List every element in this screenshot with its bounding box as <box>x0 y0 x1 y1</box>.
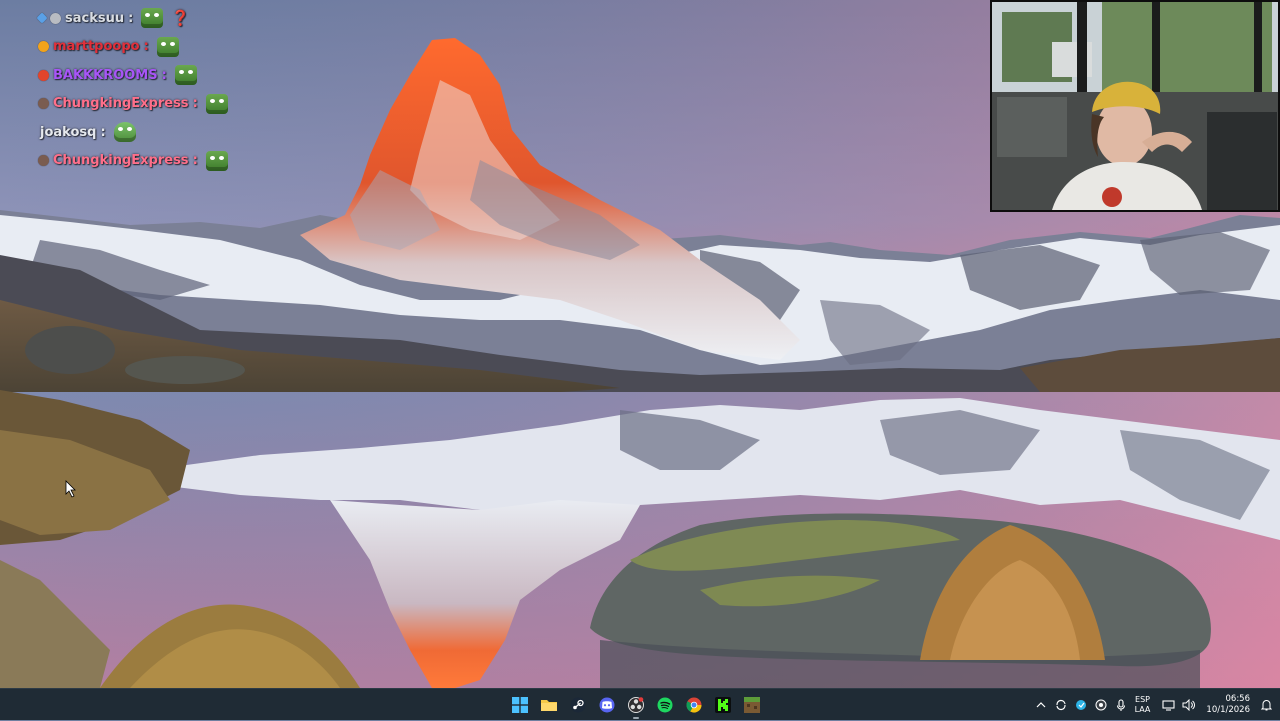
tray-app-button[interactable] <box>1091 690 1111 720</box>
minecraft-icon <box>744 697 760 713</box>
stream-chat-overlay: sacksuu: ❓ marttpoopo: BAKKKROOMS: Chung… <box>36 4 298 176</box>
language-label: ESP <box>1135 695 1150 704</box>
microphone-icon <box>1116 698 1125 711</box>
chat-username: BAKKKROOMS <box>53 67 158 83</box>
tray-app-icon <box>1095 699 1107 711</box>
chat-message: joakosq: <box>38 118 298 147</box>
obs-icon <box>628 697 644 713</box>
taskbar-apps <box>508 689 764 721</box>
system-tray: ESP LAA 06:56 10/1/2026 <box>1031 689 1280 721</box>
input-language-button[interactable]: ESP LAA <box>1135 695 1151 715</box>
windows-icon <box>512 697 528 713</box>
user-badge-icon <box>36 12 48 24</box>
taskbar: ESP LAA 06:56 10/1/2026 <box>0 688 1280 720</box>
discord-icon <box>599 697 615 713</box>
network-icon <box>1162 699 1175 711</box>
taskbar-minecraft[interactable] <box>740 690 764 720</box>
show-hidden-icons-button[interactable] <box>1031 690 1051 720</box>
green-emote-icon <box>141 8 164 29</box>
webcam-overlay <box>990 0 1280 212</box>
chat-message: BAKKKROOMS: <box>38 61 298 90</box>
clock-button[interactable]: 06:56 10/1/2026 <box>1206 694 1250 716</box>
taskbar-discord[interactable] <box>595 690 619 720</box>
tray-sync-icon-button[interactable] <box>1051 690 1071 720</box>
notifications-button[interactable] <box>1256 690 1276 720</box>
taskbar-file-explorer[interactable] <box>537 690 561 720</box>
shield-icon <box>1075 700 1086 710</box>
green-emote-icon <box>205 150 228 171</box>
taskbar-obs[interactable] <box>624 690 648 720</box>
start-button[interactable] <box>508 690 532 720</box>
chat-message: ChungkingExpress: <box>38 90 298 119</box>
clock-time: 06:56 <box>1225 694 1251 704</box>
user-badge-icon <box>38 98 49 110</box>
sync-icon <box>1055 699 1066 711</box>
green-emote-icon <box>174 65 197 86</box>
bell-icon <box>1260 700 1272 711</box>
user-badge-icon <box>38 155 49 167</box>
clock-date: 10/1/2026 <box>1206 705 1250 715</box>
green-emote-icon <box>156 36 179 57</box>
chat-username: sacksuu <box>65 10 125 26</box>
user-badge-icon <box>50 12 61 24</box>
keyboard-layout-label: LAA <box>1134 705 1151 714</box>
chat-username: ChungkingExpress <box>53 96 189 112</box>
chevron-up-icon <box>1036 702 1046 708</box>
tray-microphone-button[interactable] <box>1111 690 1131 720</box>
folder-icon <box>541 700 557 711</box>
kick-icon <box>715 697 731 713</box>
chat-username: joakosq <box>40 124 97 140</box>
chat-username: ChungkingExpress <box>53 153 189 169</box>
taskbar-chrome[interactable] <box>682 690 706 720</box>
chrome-icon <box>686 697 702 713</box>
chat-username: marttpoopo <box>53 39 140 55</box>
chat-message: marttpoopo: <box>38 33 298 62</box>
network-button[interactable] <box>1158 690 1178 720</box>
volume-button[interactable] <box>1178 690 1198 720</box>
speaker-icon <box>1182 699 1195 711</box>
taskbar-kick[interactable] <box>711 690 735 720</box>
question-mark-emote-icon: ❓ <box>171 9 190 28</box>
chat-message: sacksuu: ❓ <box>36 4 298 33</box>
taskbar-spotify[interactable] <box>653 690 677 720</box>
steam-icon <box>570 697 586 713</box>
taskbar-steam[interactable] <box>566 690 590 720</box>
green-emote-icon <box>205 93 228 114</box>
user-badge-icon <box>38 41 49 53</box>
chat-message: ChungkingExpress: <box>38 147 298 176</box>
spotify-icon <box>657 697 673 713</box>
user-badge-icon <box>38 69 49 81</box>
pepe-emote-icon <box>113 122 136 143</box>
tray-security-button[interactable] <box>1071 690 1091 720</box>
